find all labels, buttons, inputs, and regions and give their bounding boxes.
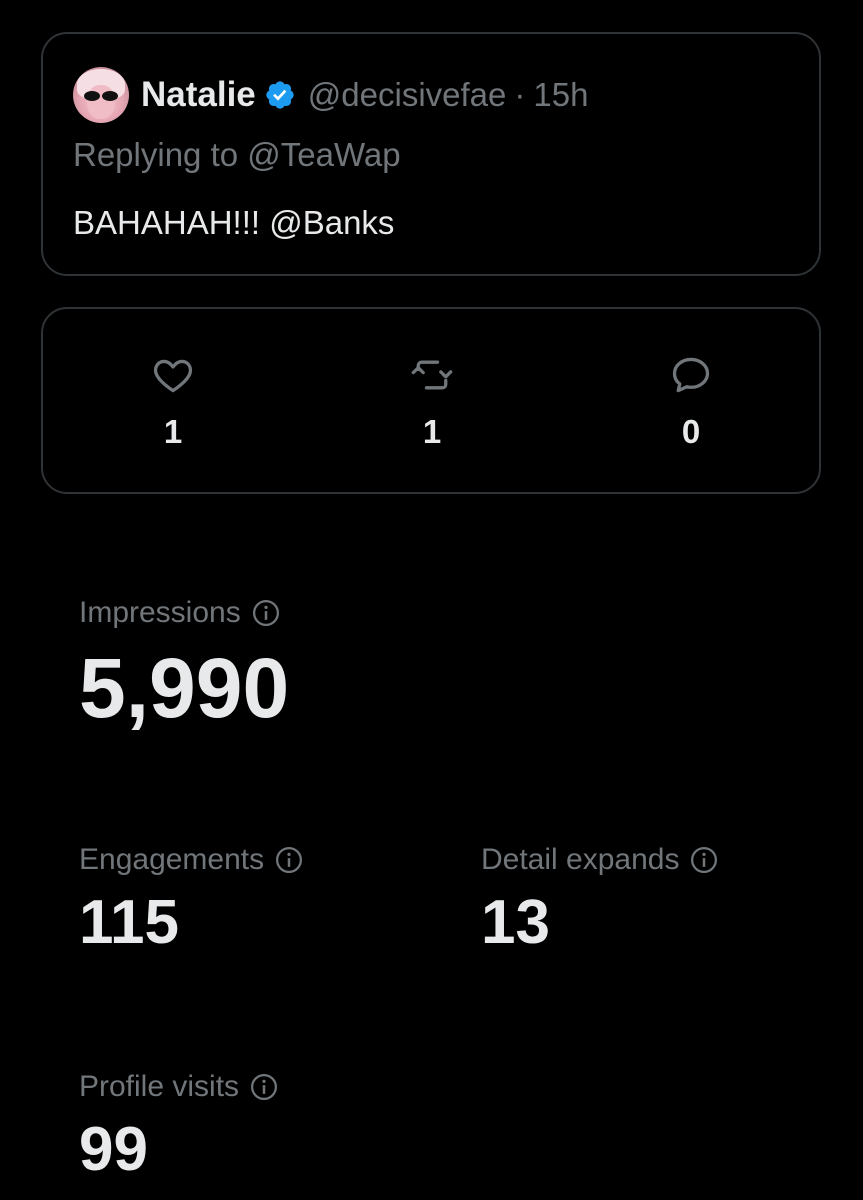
info-icon[interactable] — [274, 845, 304, 875]
tweet-header: Natalie @decisivefae · 15h — [73, 66, 588, 124]
impressions-label: Impressions — [79, 596, 241, 629]
detail-expands-metric: Detail expands 13 — [481, 843, 719, 958]
profile-visits-value: 99 — [79, 1115, 148, 1184]
detail-expands-value: 13 — [481, 888, 550, 957]
tweet-text: BAHAHAH!!! @Banks — [73, 204, 395, 241]
author-name[interactable]: Natalie — [141, 75, 256, 115]
engagements-value: 115 — [79, 888, 180, 957]
impressions-metric: Impressions 5,990 — [79, 596, 289, 737]
info-icon[interactable] — [249, 1072, 279, 1102]
info-icon[interactable] — [251, 598, 281, 628]
info-icon[interactable] — [689, 845, 719, 875]
likes-count: 1 — [163, 413, 183, 450]
replies-stat[interactable]: 0 — [631, 353, 751, 451]
retweet-icon — [411, 360, 453, 390]
heart-icon — [153, 359, 193, 393]
retweets-count: 1 — [422, 413, 442, 450]
impressions-value: 5,990 — [79, 641, 290, 735]
quoted-tweet-card[interactable]: Natalie @decisivefae · 15h Replying to @… — [41, 32, 821, 276]
separator-dot: · — [514, 76, 526, 113]
replies-count: 0 — [681, 413, 701, 450]
replying-to-line[interactable]: Replying to @TeaWap — [73, 136, 401, 174]
profile-visits-metric: Profile visits 99 — [79, 1070, 279, 1185]
author-handle[interactable]: @decisivefae — [308, 76, 507, 114]
engagement-stats-card: 1 1 0 — [41, 307, 821, 494]
profile-visits-label: Profile visits — [79, 1070, 240, 1103]
likes-stat[interactable]: 1 — [113, 353, 233, 451]
retweets-stat[interactable]: 1 — [372, 353, 492, 451]
reply-icon — [672, 357, 710, 393]
avatar[interactable] — [73, 67, 129, 123]
engagements-label: Engagements — [79, 843, 265, 876]
detail-expands-label: Detail expands — [481, 843, 680, 876]
verified-badge-icon — [266, 81, 294, 109]
timestamp[interactable]: 15h — [533, 76, 588, 114]
engagements-metric: Engagements 115 — [79, 843, 304, 958]
